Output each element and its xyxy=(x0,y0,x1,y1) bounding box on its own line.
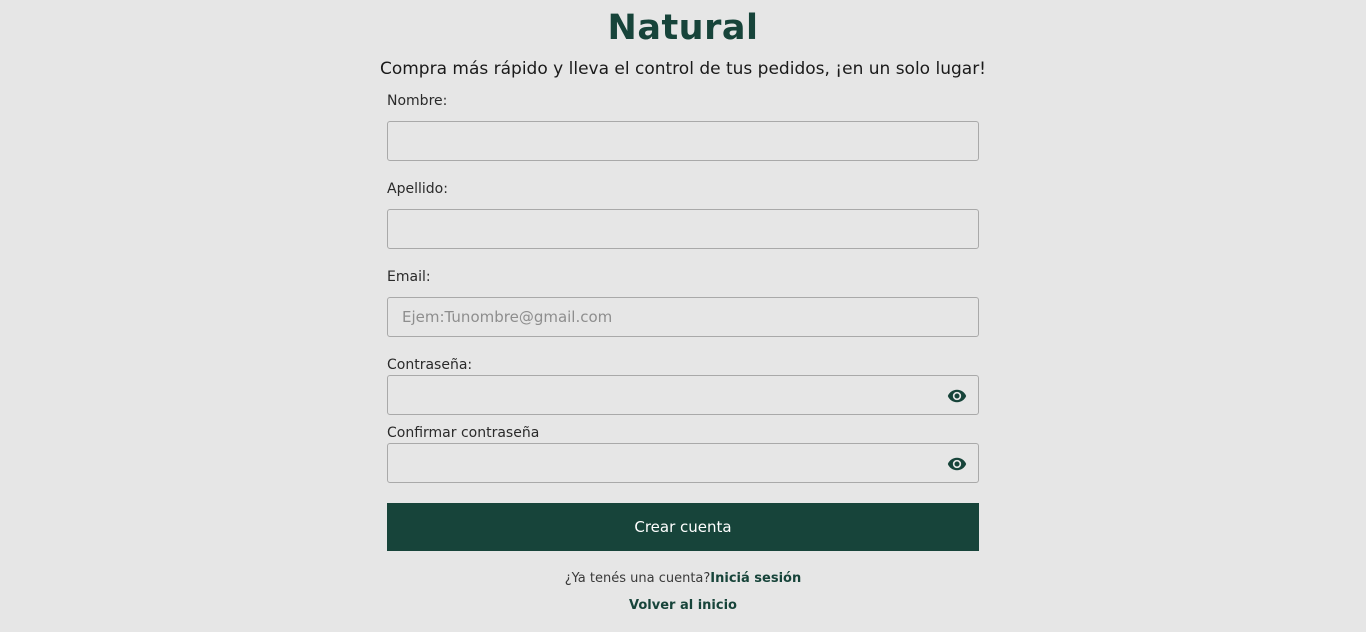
password-input[interactable] xyxy=(388,376,978,414)
page-tagline: Compra más rápido y lleva el control de … xyxy=(379,59,987,79)
confirm-password-field-wrapper xyxy=(387,443,979,483)
confirm-password-label: Confirmar contraseña xyxy=(387,425,540,441)
login-prompt-text: ¿Ya tenés una cuenta? xyxy=(564,571,711,586)
first-name-input[interactable] xyxy=(388,122,978,160)
back-home-row: Volver al inicio xyxy=(0,598,1366,613)
email-input[interactable] xyxy=(388,298,978,336)
last-name-label: Apellido: xyxy=(387,181,448,197)
first-name-label: Nombre: xyxy=(387,93,448,109)
login-link[interactable]: Iniciá sesión xyxy=(710,571,801,586)
confirm-password-input[interactable] xyxy=(388,444,978,482)
email-field-wrapper xyxy=(387,297,979,337)
eye-icon[interactable] xyxy=(946,454,968,474)
login-prompt-row: ¿Ya tenés una cuenta?Iniciá sesión xyxy=(0,571,1366,586)
create-account-button[interactable]: Crear cuenta xyxy=(387,503,979,551)
brand-logo[interactable]: Natural xyxy=(0,8,1366,48)
last-name-input[interactable] xyxy=(388,210,978,248)
back-home-link[interactable]: Volver al inicio xyxy=(629,598,737,613)
email-label: Email: xyxy=(387,269,431,285)
eye-icon[interactable] xyxy=(946,386,968,406)
password-field-wrapper xyxy=(387,375,979,415)
password-label: Contraseña: xyxy=(387,357,473,373)
last-name-field-wrapper xyxy=(387,209,979,249)
first-name-field-wrapper xyxy=(387,121,979,161)
signup-page: Natural Compra más rápido y lleva el con… xyxy=(0,0,1366,632)
